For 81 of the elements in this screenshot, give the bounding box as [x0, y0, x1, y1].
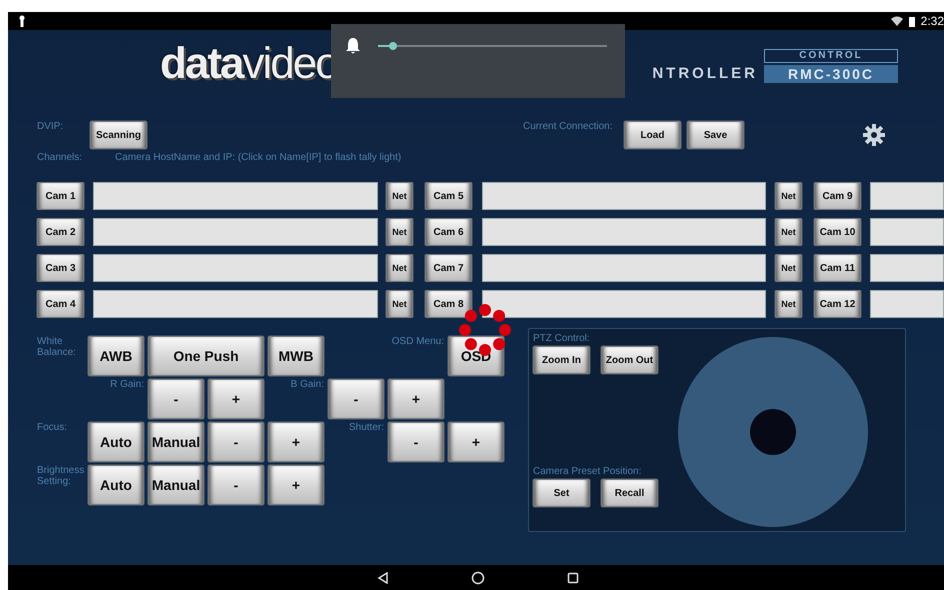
button[interactable]: One Push	[148, 336, 264, 376]
joystick[interactable]	[678, 337, 868, 527]
button[interactable]: Recall	[601, 479, 658, 507]
button[interactable]: Manual	[148, 422, 204, 462]
button[interactable]: MWB	[268, 336, 324, 376]
settings-icon[interactable]	[862, 123, 886, 147]
button[interactable]: Net	[775, 254, 802, 282]
button[interactable]: Net	[386, 182, 413, 210]
button[interactable]: Net	[775, 182, 802, 210]
button[interactable]: -	[328, 379, 384, 419]
button[interactable]: -	[148, 379, 204, 419]
home-icon	[471, 570, 485, 584]
input-field[interactable]	[482, 218, 766, 246]
label: Current Connection:	[523, 121, 614, 132]
input-field[interactable]	[93, 182, 378, 210]
button[interactable]: Set	[533, 479, 590, 507]
button[interactable]: Cam 6	[425, 218, 472, 246]
label: Channels:	[37, 152, 84, 163]
input-field[interactable]	[870, 218, 944, 246]
button[interactable]: Zoom Out	[601, 346, 658, 374]
button[interactable]: Save	[687, 121, 744, 149]
button[interactable]: Net	[775, 290, 802, 318]
input-field[interactable]	[93, 290, 378, 318]
label: Camera Preset Position:	[533, 466, 642, 477]
button[interactable]: Cam 4	[37, 290, 84, 318]
button[interactable]: Load	[624, 121, 681, 149]
badge-label: CONTROL	[764, 49, 898, 63]
input-field[interactable]	[870, 254, 944, 282]
button[interactable]: -	[388, 422, 444, 462]
bell-icon	[345, 37, 361, 55]
button[interactable]: Cam 9	[814, 182, 861, 210]
battery-icon	[908, 16, 915, 26]
input-field[interactable]	[482, 290, 766, 318]
input-field[interactable]	[93, 254, 378, 282]
button[interactable]: Cam 10	[814, 218, 861, 246]
button[interactable]: Net	[386, 254, 413, 282]
label: Shutter:	[348, 422, 384, 435]
input-field[interactable]	[870, 290, 944, 318]
clock-time: 2:32	[920, 14, 944, 28]
button[interactable]: AWB	[88, 336, 144, 376]
label: Brightness Setting:	[37, 465, 84, 489]
button[interactable]: -	[208, 422, 264, 462]
label: White Balance:	[37, 336, 77, 360]
button[interactable]: Manual	[148, 465, 204, 505]
label: OSD Menu:	[390, 336, 444, 349]
button[interactable]: +	[268, 465, 324, 505]
button[interactable]: Cam 7	[425, 254, 472, 282]
button[interactable]: Cam 8	[425, 290, 472, 318]
button[interactable]: Cam 12	[814, 290, 861, 318]
input-field[interactable]	[93, 218, 378, 246]
button[interactable]: Auto	[88, 422, 144, 462]
button[interactable]: Cam 3	[37, 254, 84, 282]
wifi-icon	[890, 16, 903, 26]
recents-icon	[567, 572, 579, 584]
button[interactable]: +	[388, 379, 444, 419]
input-field[interactable]	[482, 254, 766, 282]
button[interactable]: Cam 1	[37, 182, 84, 210]
button[interactable]: Net	[386, 218, 413, 246]
label: Focus:	[37, 422, 68, 435]
back-icon	[377, 572, 389, 584]
hint-text: Camera HostName and IP: (Click on Name[IP] to flash tally light)	[115, 152, 402, 163]
button[interactable]: Cam 11	[814, 254, 861, 282]
label: B Gain:	[290, 379, 324, 392]
model-badge: RMC-300C	[764, 65, 898, 83]
button[interactable]: Scanning	[90, 121, 147, 149]
label: R Gain:	[109, 379, 144, 392]
button[interactable]: -	[208, 465, 264, 505]
button[interactable]: Zoom In	[533, 346, 590, 374]
button[interactable]: Auto	[88, 465, 144, 505]
button[interactable]: +	[268, 422, 324, 462]
input-field[interactable]	[870, 182, 944, 210]
button[interactable]: +	[448, 422, 504, 462]
button[interactable]: Cam 2	[37, 218, 84, 246]
app-title: NTROLLER	[652, 64, 758, 82]
input-field[interactable]	[482, 182, 766, 210]
label: DVIP:	[37, 121, 64, 132]
button[interactable]: Net	[775, 218, 802, 246]
button[interactable]: Cam 5	[425, 182, 472, 210]
button[interactable]: +	[208, 379, 264, 419]
label: PTZ Control:	[533, 333, 591, 344]
button[interactable]: Net	[386, 290, 413, 318]
